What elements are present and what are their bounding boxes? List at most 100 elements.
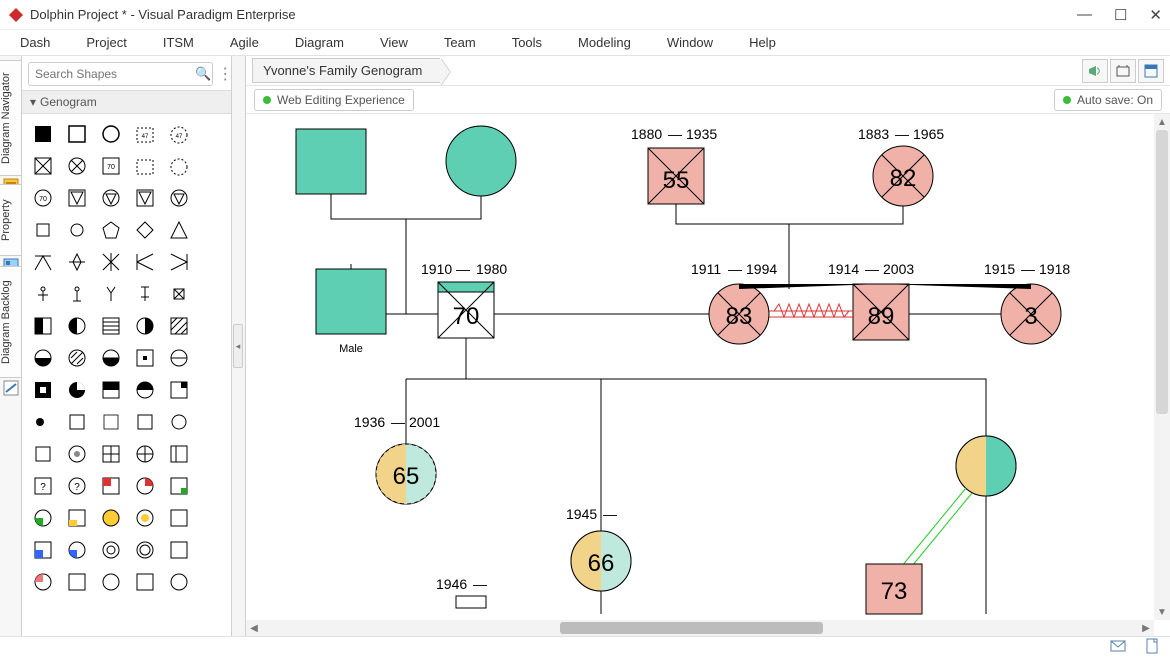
- toolbar-layers-button[interactable]: [1138, 59, 1164, 83]
- shape-sq-red[interactable]: [96, 472, 126, 500]
- canvas[interactable]: Male 1910 — 1980 70 1880 — 1: [246, 114, 1170, 636]
- shape-triangle-down-sq[interactable]: [62, 184, 92, 212]
- shape-square-dash2[interactable]: [130, 152, 160, 180]
- scroll-left-icon[interactable]: ◀: [246, 620, 262, 636]
- shape-triangle-down-circ[interactable]: [96, 184, 126, 212]
- shape-half-circ-b2[interactable]: [96, 344, 126, 372]
- shape-circ-line[interactable]: [164, 344, 194, 372]
- shape-circ-plus[interactable]: [130, 440, 160, 468]
- node-82[interactable]: 82: [873, 146, 933, 206]
- collapse-handle[interactable]: ◂: [233, 324, 243, 368]
- toolbar-fit-button[interactable]: [1110, 59, 1136, 83]
- shape-sq-blue[interactable]: [28, 536, 58, 564]
- shape-dot[interactable]: [28, 408, 58, 436]
- shape-circ-plain[interactable]: [96, 568, 126, 596]
- shape-glyph2[interactable]: [62, 280, 92, 308]
- shape-circle-dash2[interactable]: [164, 152, 194, 180]
- breadcrumb[interactable]: Yvonne's Family Genogram: [252, 58, 440, 83]
- status-web-editing[interactable]: Web Editing Experience: [254, 89, 414, 111]
- node-70[interactable]: 70: [438, 282, 494, 338]
- shape-star2[interactable]: [62, 248, 92, 276]
- shape-circle-small[interactable]: [62, 216, 92, 244]
- node-3[interactable]: 3: [1001, 284, 1061, 344]
- window-close-button[interactable]: ✕: [1149, 6, 1162, 24]
- shape-circ-red[interactable]: [130, 472, 160, 500]
- shape-circ-pink[interactable]: [28, 568, 58, 596]
- shape-half-circ-r[interactable]: [130, 312, 160, 340]
- vtab-diagram-navigator[interactable]: Diagram Navigator: [0, 60, 22, 176]
- vscroll-thumb[interactable]: [1156, 130, 1168, 414]
- node-55[interactable]: 55: [648, 148, 704, 204]
- node-66[interactable]: 66: [571, 531, 631, 591]
- shape-half-circ-l[interactable]: [62, 312, 92, 340]
- menu-itsm[interactable]: ITSM: [163, 35, 194, 50]
- shape-half-sq-l[interactable]: [28, 312, 58, 340]
- shape-sq-yellow[interactable]: [62, 504, 92, 532]
- shape-sq-sm[interactable]: [62, 408, 92, 436]
- scroll-up-icon[interactable]: ▲: [1154, 114, 1170, 130]
- shape-circ-diag[interactable]: [62, 344, 92, 372]
- scroll-down-icon[interactable]: ▼: [1154, 604, 1170, 620]
- shape-pie[interactable]: [62, 376, 92, 404]
- shape-diamond[interactable]: [130, 216, 160, 244]
- node-split-circle[interactable]: [956, 436, 1016, 496]
- shape-star3[interactable]: [96, 248, 126, 276]
- shape-circ-plain2[interactable]: [164, 568, 194, 596]
- shape-star5[interactable]: [164, 248, 194, 276]
- menu-agile[interactable]: Agile: [230, 35, 259, 50]
- menu-team[interactable]: Team: [444, 35, 476, 50]
- shape-triangle-down-sq2[interactable]: [130, 184, 160, 212]
- shape-sq-half-t[interactable]: [96, 376, 126, 404]
- shape-sq-diag-hatch[interactable]: [164, 312, 194, 340]
- node-65[interactable]: 65: [376, 444, 436, 504]
- shape-glyph1[interactable]: [28, 280, 58, 308]
- shape-sq-plain4[interactable]: [130, 568, 160, 596]
- shape-circ-ring[interactable]: [96, 536, 126, 564]
- menu-project[interactable]: Project: [86, 35, 126, 50]
- search-shapes-input[interactable]: [28, 62, 213, 86]
- shape-triangle-down-circ2[interactable]: [164, 184, 194, 212]
- shape-glyph5[interactable]: [164, 280, 194, 308]
- shape-circ-half-t[interactable]: [130, 376, 160, 404]
- shape-sq-hatch[interactable]: [96, 312, 126, 340]
- scroll-right-icon[interactable]: ▶: [1138, 620, 1154, 636]
- shape-sq-dot[interactable]: [130, 344, 160, 372]
- vtab-property[interactable]: Property: [0, 184, 22, 256]
- hscroll-thumb[interactable]: [560, 622, 823, 634]
- shape-star1[interactable]: [28, 248, 58, 276]
- shape-square-small[interactable]: [28, 216, 58, 244]
- shape-square-x[interactable]: [28, 152, 58, 180]
- shape-glyph3[interactable]: [96, 280, 126, 308]
- shape-half-circ-b[interactable]: [28, 344, 58, 372]
- shape-circ-ring2[interactable]: [130, 536, 160, 564]
- node-73[interactable]: 73: [866, 564, 922, 614]
- shapes-category-header[interactable]: ▾ Genogram: [22, 90, 231, 114]
- shape-star4[interactable]: [130, 248, 160, 276]
- window-maximize-button[interactable]: ☐: [1114, 6, 1127, 24]
- shape-square-filled[interactable]: [28, 120, 58, 148]
- status-autosave[interactable]: Auto save: On: [1054, 89, 1162, 111]
- shape-sq-bar[interactable]: [164, 440, 194, 468]
- menu-window[interactable]: Window: [667, 35, 713, 50]
- node-83[interactable]: 83: [709, 284, 769, 344]
- shape-circle-x[interactable]: [62, 152, 92, 180]
- shape-square[interactable]: [62, 120, 92, 148]
- shape-circ-yellow[interactable]: [96, 504, 126, 532]
- shape-square-70[interactable]: 70: [96, 152, 126, 180]
- menu-help[interactable]: Help: [749, 35, 776, 50]
- shape-sq-q[interactable]: ?: [28, 472, 58, 500]
- shape-sq-sm3[interactable]: [130, 408, 160, 436]
- shape-circle[interactable]: [96, 120, 126, 148]
- shape-sq-sm4[interactable]: [28, 440, 58, 468]
- shape-sq-plain[interactable]: [164, 504, 194, 532]
- horizontal-scrollbar[interactable]: ◀ ▶: [246, 620, 1154, 636]
- shape-sq-plain3[interactable]: [62, 568, 92, 596]
- shape-sq-grid[interactable]: [96, 440, 126, 468]
- menu-modeling[interactable]: Modeling: [578, 35, 631, 50]
- shape-circle-dash[interactable]: 47: [164, 120, 194, 148]
- menu-view[interactable]: View: [380, 35, 408, 50]
- shape-sq-fill-dot[interactable]: [28, 376, 58, 404]
- footer-mail-icon[interactable]: [1110, 638, 1126, 657]
- shape-circ-q[interactable]: ?: [62, 472, 92, 500]
- shape-glyph4[interactable]: [130, 280, 160, 308]
